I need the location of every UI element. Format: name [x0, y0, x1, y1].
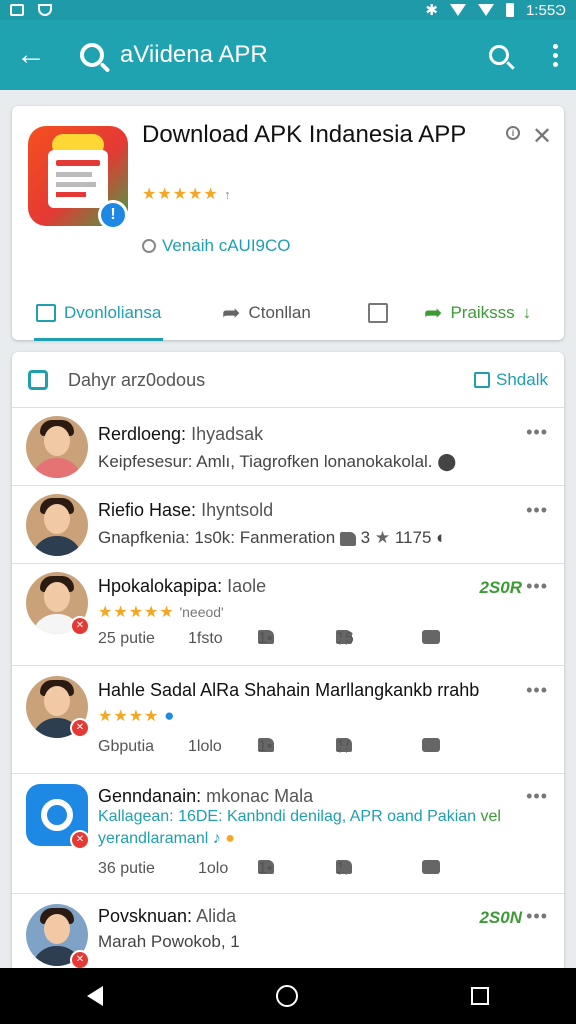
rating-stars: ★★★★★ [142, 186, 219, 203]
chevron-down-icon: ↓ [522, 303, 532, 322]
version-text: Venaih cAUI9CO [162, 236, 291, 255]
avatar [26, 416, 88, 478]
app-detail-card: ! Download APK Indanesia APP ★★★★★ ↑ i ✕… [12, 106, 564, 341]
close-badge-icon: ✕ [70, 718, 90, 738]
search-logo-icon [80, 43, 104, 67]
reviews-header: Dahyr arz0odous Shdalk [12, 352, 564, 408]
review-name: Hpokalokapipa: Iaole [98, 576, 267, 596]
review-row[interactable]: ✕ Povsknuan: Alida Marah Powokob, 1 2S0N… [12, 894, 564, 972]
battery-icon [505, 3, 514, 17]
review-text: Kallagean: 16DE: Kanbndi denilag, APR oa… [98, 808, 501, 825]
review-price: 2S0R [479, 578, 522, 597]
review-text: Keipfesesur: Amlı, Tiagrofken lonanokako… [98, 452, 457, 471]
camera-icon: ⬤ [437, 452, 457, 471]
tab-download-label: Dvonloliansa [64, 303, 162, 322]
clock-icon [142, 239, 156, 253]
info-icon[interactable]: i [506, 126, 520, 140]
review-row[interactable]: ✕ Hahle Sadal AlRa Shahain Marllangkankb… [12, 666, 564, 774]
review-text: Marah Powokob, 1 [98, 932, 240, 951]
review-price: 2S0N [479, 908, 522, 927]
share-button-label: Shdalk [496, 370, 548, 389]
review-rating: ★★★★ ● [98, 706, 175, 725]
review-text-2: yerandlaramanl ♪ ● [98, 830, 235, 847]
search-icon[interactable] [489, 45, 509, 65]
share-icon: ➦ [222, 300, 241, 325]
app-title: Download APK Indanesia APP [142, 121, 467, 148]
close-icon[interactable]: ✕ [532, 122, 552, 151]
tab-share[interactable]: ➦ Ctonllan [222, 300, 311, 326]
close-badge-icon: ✕ [70, 616, 90, 636]
thumbs-up-icon[interactable] [339, 531, 356, 546]
back-arrow-icon[interactable]: ← [16, 38, 56, 72]
review-name: Riefio Hase: Ihyntsold [98, 500, 274, 520]
share-button[interactable]: Shdalk [474, 370, 548, 390]
tab-praise-label: Praiksss [450, 303, 515, 322]
app-version: Venaih cAUI9CO [142, 236, 291, 256]
more-icon[interactable]: ••• [526, 786, 548, 807]
reviews-card: Dahyr arz0odous Shdalk Rerdloeng: Ihyads… [12, 352, 564, 972]
tab-share-label: Ctonllan [248, 303, 311, 322]
review-name: Genndanain: mkonac Mala [98, 786, 314, 806]
bluetooth-icon: ✱ [425, 2, 438, 19]
review-row[interactable]: Riefio Hase: Ihyntsold Gnapfkenia: 1s0k:… [12, 486, 564, 564]
nav-home-icon[interactable] [275, 985, 298, 1007]
more-icon[interactable]: ••• [526, 576, 548, 597]
close-badge-icon: ✕ [70, 950, 90, 970]
nav-recents-icon[interactable] [471, 987, 490, 1005]
more-icon[interactable]: ••• [526, 906, 548, 927]
download-icon [36, 304, 56, 322]
app-rating: ★★★★★ ↑ [142, 184, 232, 204]
more-icon[interactable]: ••• [526, 422, 548, 443]
app-bar: ← aViidena APR [0, 20, 576, 90]
avatar [26, 494, 88, 556]
review-row[interactable]: ✕ Hpokalokapipa: Iaole ★★★★★ 'neeod' 2S0… [12, 564, 564, 666]
signal-icon [477, 4, 494, 16]
bookmark-icon [368, 303, 388, 323]
reviews-title: Dahyr arz0odous [68, 370, 206, 390]
reviews-icon [28, 370, 48, 390]
star-icon: ★ [374, 528, 391, 547]
review-row[interactable]: Rerdloeng: Ihyadsak Keipfesesur: Amlı, T… [12, 408, 564, 486]
wifi-icon [449, 4, 466, 16]
tab-bookmark[interactable] [368, 303, 388, 323]
tab-praise[interactable]: ➦ Praiksss ↓ [424, 300, 531, 326]
review-name: Rerdloeng: Ihyadsak [98, 424, 264, 444]
shield-icon [38, 4, 52, 16]
share-box-icon [474, 372, 491, 388]
close-badge-icon: ✕ [70, 830, 90, 850]
tab-download[interactable]: Dvonloliansa [33, 303, 164, 341]
review-text: Gnapfkenia: 1s0k: Fanmeration 3 ★ 1175 ◐ [98, 528, 447, 547]
more-options-icon[interactable] [553, 43, 558, 67]
app-bar-title: aViidena APR [120, 41, 268, 68]
system-nav-bar [0, 968, 576, 1024]
emoji-icon: ● [225, 830, 235, 847]
more-icon[interactable]: ••• [526, 680, 548, 701]
more-icon[interactable]: ••• [526, 500, 548, 521]
emoji-icon: ● [164, 706, 175, 725]
rating-extra: ↑ [224, 187, 232, 202]
forward-icon: ➦ [424, 300, 443, 325]
review-rating: ★★★★★ 'neeod' [98, 604, 224, 621]
review-name: Povsknuan: Alida [98, 906, 237, 926]
nav-back-icon[interactable] [86, 986, 103, 1006]
review-row[interactable]: ✕ Genndanain: mkonac Mala Kallagean: 16D… [12, 774, 564, 894]
comment-icon[interactable]: ◐ [436, 528, 446, 547]
status-time: 1:55Ͽ [525, 1, 566, 19]
gallery-icon [10, 4, 24, 16]
install-badge-icon: ! [98, 200, 128, 230]
action-tabs: Dvonloliansa ➦ Ctonllan ➦ Praiksss ↓ [12, 286, 564, 341]
status-bar: ✱ 1:55Ͽ [0, 0, 576, 20]
review-name: Hahle Sadal AlRa Shahain Marllangkankb r… [98, 680, 480, 700]
